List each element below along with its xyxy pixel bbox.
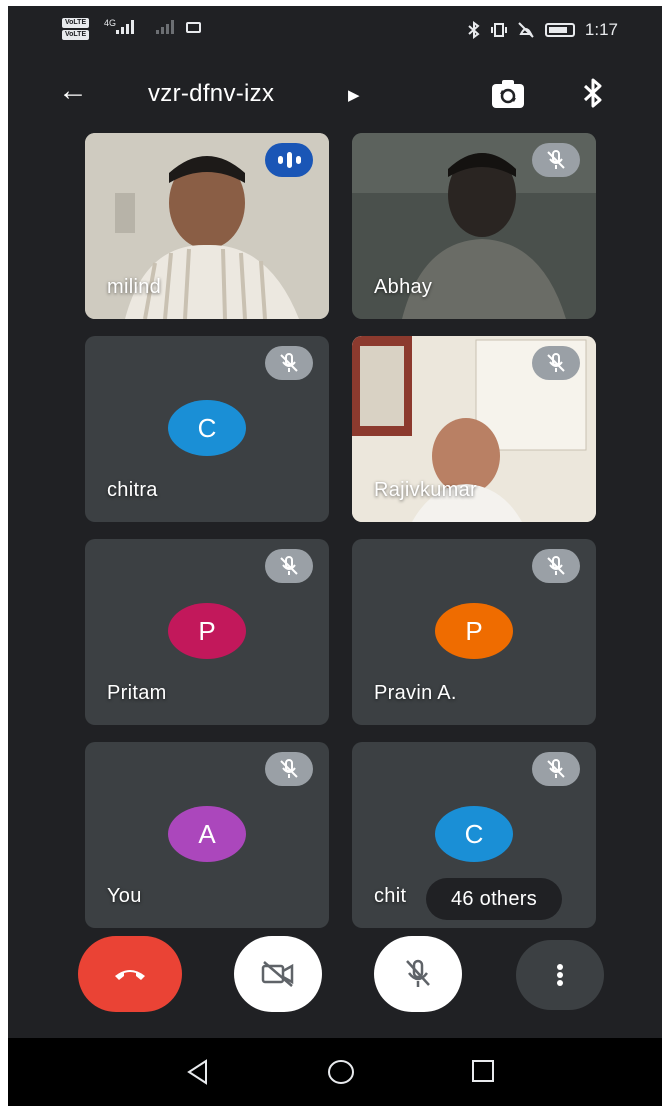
- meet-screen: VoLTE VoLTE 4G 1:17 ← vzr-dfnv-izx ▶ mil…: [8, 6, 662, 1106]
- participant-tile-chitra[interactable]: C chitra: [85, 336, 329, 522]
- avatar-initial: C: [464, 818, 484, 849]
- back-arrow-icon[interactable]: ←: [58, 76, 88, 106]
- switch-camera-icon[interactable]: [490, 78, 526, 112]
- bluetooth-status-icon: [468, 21, 480, 39]
- hang-up-icon: [115, 970, 145, 980]
- network-type: 4G: [104, 18, 117, 28]
- avatar-initial: P: [198, 615, 216, 646]
- meeting-code[interactable]: vzr-dfnv-izx: [148, 80, 274, 108]
- mic-muted-icon: [265, 752, 313, 786]
- avatar: P: [435, 603, 513, 659]
- mic-toggle-button[interactable]: [374, 936, 462, 1012]
- participant-name: You: [107, 885, 142, 907]
- mic-muted-icon: [532, 346, 580, 380]
- participant-tile-rajivkumar[interactable]: Rajivkumar: [352, 336, 596, 522]
- status-right: 1:17: [467, 20, 618, 40]
- camera-off-icon: [261, 961, 294, 987]
- others-count-label: 46 others: [450, 887, 538, 910]
- participant-tile-pravin[interactable]: P Pravin A.: [352, 539, 596, 725]
- avatar: C: [435, 806, 513, 862]
- mic-muted-icon: [265, 346, 313, 380]
- participant-name: milind: [107, 276, 162, 298]
- participant-tile-pritam[interactable]: P Pritam: [85, 539, 329, 725]
- status-bar: VoLTE VoLTE 4G 1:17: [8, 6, 662, 54]
- avatar: P: [168, 603, 246, 659]
- speaking-indicator-icon: [265, 143, 313, 177]
- participant-name: Abhay: [374, 276, 433, 298]
- clock: 1:17: [584, 20, 618, 39]
- avatar-initial: C: [197, 412, 217, 443]
- bluetooth-icon[interactable]: [582, 76, 604, 110]
- more-vert-icon: [557, 964, 563, 986]
- participant-tile-you[interactable]: A You: [85, 742, 329, 928]
- expand-caret-icon[interactable]: ▶: [348, 86, 360, 104]
- avatar-initial: A: [198, 818, 216, 849]
- cast-icon: [186, 22, 201, 33]
- participant-name: chitra: [107, 479, 158, 501]
- nav-home-icon[interactable]: [326, 1058, 356, 1086]
- sim2-badge: VoLTE: [62, 30, 90, 40]
- participant-tile-milind[interactable]: milind: [85, 133, 329, 319]
- participant-name: chit: [374, 885, 407, 907]
- system-nav-bar: [8, 1038, 662, 1106]
- hang-up-button[interactable]: [78, 936, 182, 1012]
- meeting-header: ← vzr-dfnv-izx ▶: [8, 68, 662, 120]
- avatar: A: [168, 806, 246, 862]
- participant-name: Pravin A.: [374, 682, 457, 704]
- nav-recents-icon[interactable]: [470, 1058, 496, 1084]
- nav-back-icon[interactable]: [184, 1058, 212, 1086]
- mic-muted-icon: [532, 143, 580, 177]
- signal-icon: [116, 20, 134, 34]
- signal-secondary-icon: [156, 20, 174, 34]
- participant-name: Pritam: [107, 682, 167, 704]
- others-count-pill[interactable]: 46 others: [426, 878, 562, 920]
- battery-icon: [544, 23, 575, 37]
- dnd-icon: [518, 22, 534, 38]
- participant-tile-abhay[interactable]: Abhay: [352, 133, 596, 319]
- camera-toggle-button[interactable]: [234, 936, 322, 1012]
- mic-off-icon: [406, 959, 430, 987]
- avatar-initial: P: [465, 615, 483, 646]
- mic-muted-icon: [532, 549, 580, 583]
- vibrate-icon: [490, 23, 507, 37]
- more-options-button[interactable]: [516, 940, 604, 1010]
- participant-name: Rajivkumar: [374, 479, 478, 501]
- mic-muted-icon: [532, 752, 580, 786]
- sim1-badge: VoLTE: [62, 18, 90, 28]
- sim-indicators: VoLTE VoLTE: [62, 18, 90, 40]
- mic-muted-icon: [265, 549, 313, 583]
- avatar: C: [168, 400, 246, 456]
